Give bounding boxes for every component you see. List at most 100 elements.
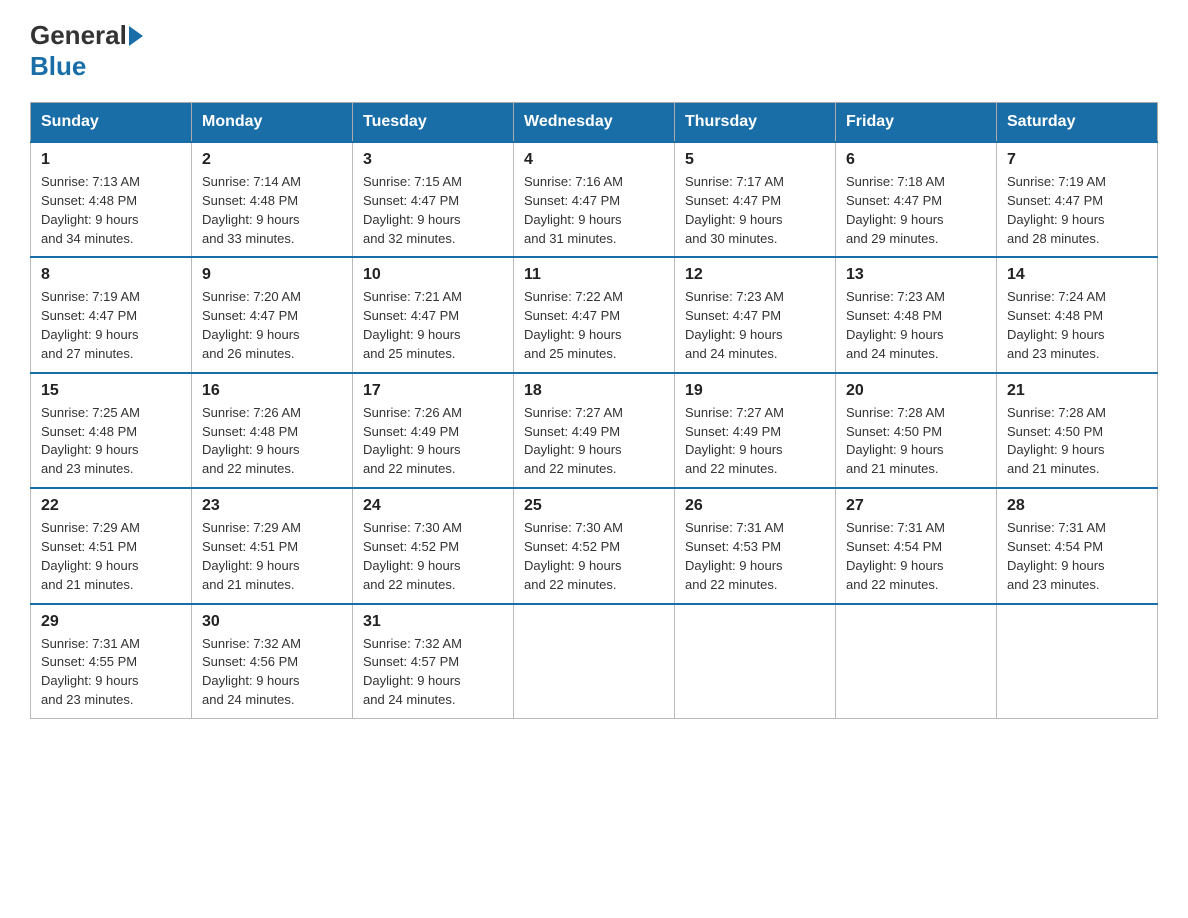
- day-info: Sunrise: 7:31 AMSunset: 4:54 PMDaylight:…: [1007, 520, 1106, 592]
- day-info: Sunrise: 7:26 AMSunset: 4:48 PMDaylight:…: [202, 405, 301, 477]
- calendar-cell: 16 Sunrise: 7:26 AMSunset: 4:48 PMDaylig…: [192, 373, 353, 488]
- day-number: 6: [846, 151, 986, 169]
- day-number: 16: [202, 382, 342, 400]
- day-info: Sunrise: 7:32 AMSunset: 4:57 PMDaylight:…: [363, 636, 462, 708]
- day-number: 9: [202, 266, 342, 284]
- day-number: 13: [846, 266, 986, 284]
- day-number: 25: [524, 497, 664, 515]
- day-info: Sunrise: 7:27 AMSunset: 4:49 PMDaylight:…: [524, 405, 623, 477]
- day-number: 31: [363, 613, 503, 631]
- day-info: Sunrise: 7:23 AMSunset: 4:48 PMDaylight:…: [846, 289, 945, 361]
- calendar-cell: 4 Sunrise: 7:16 AMSunset: 4:47 PMDayligh…: [514, 142, 675, 257]
- day-info: Sunrise: 7:18 AMSunset: 4:47 PMDaylight:…: [846, 174, 945, 246]
- calendar-cell: 7 Sunrise: 7:19 AMSunset: 4:47 PMDayligh…: [997, 142, 1158, 257]
- calendar-cell: 18 Sunrise: 7:27 AMSunset: 4:49 PMDaylig…: [514, 373, 675, 488]
- day-info: Sunrise: 7:30 AMSunset: 4:52 PMDaylight:…: [363, 520, 462, 592]
- day-info: Sunrise: 7:15 AMSunset: 4:47 PMDaylight:…: [363, 174, 462, 246]
- calendar-cell: [997, 604, 1158, 719]
- calendar-cell: 8 Sunrise: 7:19 AMSunset: 4:47 PMDayligh…: [31, 257, 192, 372]
- day-number: 23: [202, 497, 342, 515]
- calendar-cell: 14 Sunrise: 7:24 AMSunset: 4:48 PMDaylig…: [997, 257, 1158, 372]
- calendar-cell: 12 Sunrise: 7:23 AMSunset: 4:47 PMDaylig…: [675, 257, 836, 372]
- calendar-cell: 1 Sunrise: 7:13 AMSunset: 4:48 PMDayligh…: [31, 142, 192, 257]
- day-number: 5: [685, 151, 825, 169]
- column-header-sunday: Sunday: [31, 103, 192, 143]
- day-number: 2: [202, 151, 342, 169]
- day-number: 21: [1007, 382, 1147, 400]
- calendar-cell: 30 Sunrise: 7:32 AMSunset: 4:56 PMDaylig…: [192, 604, 353, 719]
- day-info: Sunrise: 7:19 AMSunset: 4:47 PMDaylight:…: [41, 289, 140, 361]
- calendar-cell: 27 Sunrise: 7:31 AMSunset: 4:54 PMDaylig…: [836, 488, 997, 603]
- calendar-cell: 19 Sunrise: 7:27 AMSunset: 4:49 PMDaylig…: [675, 373, 836, 488]
- week-row-5: 29 Sunrise: 7:31 AMSunset: 4:55 PMDaylig…: [31, 604, 1158, 719]
- header-row: SundayMondayTuesdayWednesdayThursdayFrid…: [31, 103, 1158, 143]
- calendar-cell: 21 Sunrise: 7:28 AMSunset: 4:50 PMDaylig…: [997, 373, 1158, 488]
- calendar-cell: 20 Sunrise: 7:28 AMSunset: 4:50 PMDaylig…: [836, 373, 997, 488]
- calendar-cell: 25 Sunrise: 7:30 AMSunset: 4:52 PMDaylig…: [514, 488, 675, 603]
- calendar-table: SundayMondayTuesdayWednesdayThursdayFrid…: [30, 102, 1158, 719]
- day-number: 3: [363, 151, 503, 169]
- day-number: 28: [1007, 497, 1147, 515]
- calendar-cell: 23 Sunrise: 7:29 AMSunset: 4:51 PMDaylig…: [192, 488, 353, 603]
- day-number: 18: [524, 382, 664, 400]
- week-row-3: 15 Sunrise: 7:25 AMSunset: 4:48 PMDaylig…: [31, 373, 1158, 488]
- calendar-cell: 2 Sunrise: 7:14 AMSunset: 4:48 PMDayligh…: [192, 142, 353, 257]
- calendar-cell: 10 Sunrise: 7:21 AMSunset: 4:47 PMDaylig…: [353, 257, 514, 372]
- day-info: Sunrise: 7:19 AMSunset: 4:47 PMDaylight:…: [1007, 174, 1106, 246]
- day-info: Sunrise: 7:13 AMSunset: 4:48 PMDaylight:…: [41, 174, 140, 246]
- day-info: Sunrise: 7:16 AMSunset: 4:47 PMDaylight:…: [524, 174, 623, 246]
- day-info: Sunrise: 7:20 AMSunset: 4:47 PMDaylight:…: [202, 289, 301, 361]
- day-number: 14: [1007, 266, 1147, 284]
- day-info: Sunrise: 7:23 AMSunset: 4:47 PMDaylight:…: [685, 289, 784, 361]
- day-info: Sunrise: 7:22 AMSunset: 4:47 PMDaylight:…: [524, 289, 623, 361]
- calendar-cell: 24 Sunrise: 7:30 AMSunset: 4:52 PMDaylig…: [353, 488, 514, 603]
- day-info: Sunrise: 7:24 AMSunset: 4:48 PMDaylight:…: [1007, 289, 1106, 361]
- page-header: General Blue: [30, 20, 1158, 82]
- logo-blue-text: Blue: [30, 51, 86, 82]
- column-header-thursday: Thursday: [675, 103, 836, 143]
- day-info: Sunrise: 7:28 AMSunset: 4:50 PMDaylight:…: [846, 405, 945, 477]
- day-info: Sunrise: 7:32 AMSunset: 4:56 PMDaylight:…: [202, 636, 301, 708]
- column-header-wednesday: Wednesday: [514, 103, 675, 143]
- day-number: 27: [846, 497, 986, 515]
- logo-triangle-icon: [129, 26, 143, 46]
- day-info: Sunrise: 7:26 AMSunset: 4:49 PMDaylight:…: [363, 405, 462, 477]
- calendar-cell: 13 Sunrise: 7:23 AMSunset: 4:48 PMDaylig…: [836, 257, 997, 372]
- day-info: Sunrise: 7:21 AMSunset: 4:47 PMDaylight:…: [363, 289, 462, 361]
- day-number: 1: [41, 151, 181, 169]
- calendar-cell: 22 Sunrise: 7:29 AMSunset: 4:51 PMDaylig…: [31, 488, 192, 603]
- day-info: Sunrise: 7:27 AMSunset: 4:49 PMDaylight:…: [685, 405, 784, 477]
- day-info: Sunrise: 7:29 AMSunset: 4:51 PMDaylight:…: [41, 520, 140, 592]
- calendar-cell: 9 Sunrise: 7:20 AMSunset: 4:47 PMDayligh…: [192, 257, 353, 372]
- day-number: 8: [41, 266, 181, 284]
- calendar-cell: [836, 604, 997, 719]
- day-number: 19: [685, 382, 825, 400]
- calendar-cell: 6 Sunrise: 7:18 AMSunset: 4:47 PMDayligh…: [836, 142, 997, 257]
- calendar-cell: [514, 604, 675, 719]
- calendar-cell: 28 Sunrise: 7:31 AMSunset: 4:54 PMDaylig…: [997, 488, 1158, 603]
- day-number: 10: [363, 266, 503, 284]
- week-row-4: 22 Sunrise: 7:29 AMSunset: 4:51 PMDaylig…: [31, 488, 1158, 603]
- day-info: Sunrise: 7:17 AMSunset: 4:47 PMDaylight:…: [685, 174, 784, 246]
- day-info: Sunrise: 7:29 AMSunset: 4:51 PMDaylight:…: [202, 520, 301, 592]
- day-info: Sunrise: 7:25 AMSunset: 4:48 PMDaylight:…: [41, 405, 140, 477]
- day-info: Sunrise: 7:31 AMSunset: 4:53 PMDaylight:…: [685, 520, 784, 592]
- column-header-monday: Monday: [192, 103, 353, 143]
- day-number: 4: [524, 151, 664, 169]
- day-number: 20: [846, 382, 986, 400]
- day-number: 17: [363, 382, 503, 400]
- calendar-cell: 5 Sunrise: 7:17 AMSunset: 4:47 PMDayligh…: [675, 142, 836, 257]
- day-number: 7: [1007, 151, 1147, 169]
- day-number: 11: [524, 266, 664, 284]
- day-info: Sunrise: 7:31 AMSunset: 4:55 PMDaylight:…: [41, 636, 140, 708]
- logo: General Blue: [30, 20, 145, 82]
- day-number: 12: [685, 266, 825, 284]
- week-row-1: 1 Sunrise: 7:13 AMSunset: 4:48 PMDayligh…: [31, 142, 1158, 257]
- day-info: Sunrise: 7:14 AMSunset: 4:48 PMDaylight:…: [202, 174, 301, 246]
- day-number: 15: [41, 382, 181, 400]
- column-header-saturday: Saturday: [997, 103, 1158, 143]
- calendar-cell: 17 Sunrise: 7:26 AMSunset: 4:49 PMDaylig…: [353, 373, 514, 488]
- calendar-cell: 3 Sunrise: 7:15 AMSunset: 4:47 PMDayligh…: [353, 142, 514, 257]
- calendar-cell: 11 Sunrise: 7:22 AMSunset: 4:47 PMDaylig…: [514, 257, 675, 372]
- day-info: Sunrise: 7:30 AMSunset: 4:52 PMDaylight:…: [524, 520, 623, 592]
